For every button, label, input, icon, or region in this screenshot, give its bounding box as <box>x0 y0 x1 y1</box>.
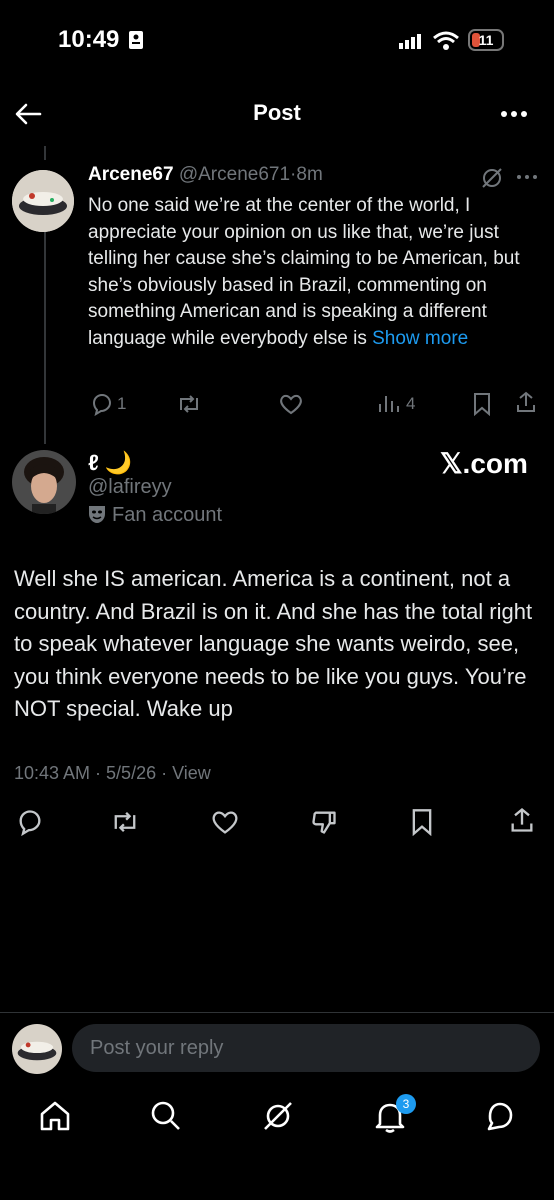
dislike-icon[interactable] <box>310 808 338 836</box>
avatar[interactable] <box>12 170 74 232</box>
views-icon[interactable] <box>376 392 400 416</box>
more-icon[interactable] <box>500 110 528 118</box>
bookmark-icon[interactable] <box>410 808 434 836</box>
avatar[interactable] <box>12 1024 62 1074</box>
view-count: 4 <box>406 394 416 413</box>
page-title: Post <box>253 100 301 125</box>
like-icon[interactable] <box>210 808 240 836</box>
bell-icon[interactable]: 3 <box>374 1094 416 1134</box>
thread-line <box>44 214 46 444</box>
id-card-icon <box>128 30 144 50</box>
like-icon[interactable] <box>278 392 304 416</box>
parent-post-header: Arcene67 @Arcene671·8m <box>88 164 323 186</box>
battery-icon: 11 <box>468 29 504 51</box>
fan-account-label: Fan account <box>88 504 222 527</box>
share-icon[interactable] <box>508 806 536 834</box>
parent-post-text: No one said we’re at the center of the w… <box>88 193 538 352</box>
repost-icon[interactable] <box>176 392 202 416</box>
handle[interactable]: @lafireyy <box>88 476 172 499</box>
post-body: No one said we’re at the center of the w… <box>88 195 520 349</box>
display-name[interactable]: Arcene67 <box>88 164 174 185</box>
post-more-icon[interactable] <box>516 174 538 180</box>
thread-line-top <box>44 146 46 160</box>
post-meta[interactable]: 10:43 AM · 5/5/26 · View <box>14 763 211 784</box>
status-time: 10:49 <box>58 26 120 53</box>
x-watermark: 𝕏.com <box>440 448 528 479</box>
search-icon[interactable] <box>150 1100 182 1132</box>
grok-icon[interactable] <box>480 166 504 190</box>
reply-input[interactable]: Post your reply <box>72 1024 540 1072</box>
handle-text: @lafireyy <box>88 476 172 498</box>
avatar[interactable] <box>12 450 76 514</box>
fan-account-text: Fan account <box>112 504 223 526</box>
bookmark-icon[interactable] <box>472 392 492 416</box>
signal-icon <box>398 32 422 50</box>
reply-placeholder: Post your reply <box>90 1037 224 1059</box>
home-icon[interactable] <box>38 1100 72 1132</box>
reply-count: 1 <box>117 394 127 413</box>
messages-icon[interactable] <box>484 1100 516 1132</box>
battery-level: 11 <box>478 32 494 48</box>
handle[interactable]: @Arcene671 <box>179 164 290 185</box>
display-name[interactable]: ℓ 🌙 <box>88 450 132 476</box>
reply-icon[interactable] <box>90 392 114 416</box>
post-age: 8m <box>296 164 323 185</box>
show-more-link[interactable]: Show more <box>372 328 468 349</box>
reply-icon[interactable] <box>16 808 44 836</box>
divider <box>0 1012 554 1013</box>
main-post-text: Well she IS american. America is a conti… <box>14 566 533 721</box>
notifications-badge: 3 <box>396 1094 416 1114</box>
share-icon[interactable] <box>514 390 538 414</box>
wifi-icon <box>432 30 460 52</box>
grok-icon[interactable] <box>262 1100 294 1132</box>
repost-icon[interactable] <box>110 808 140 836</box>
mask-icon <box>88 504 106 524</box>
